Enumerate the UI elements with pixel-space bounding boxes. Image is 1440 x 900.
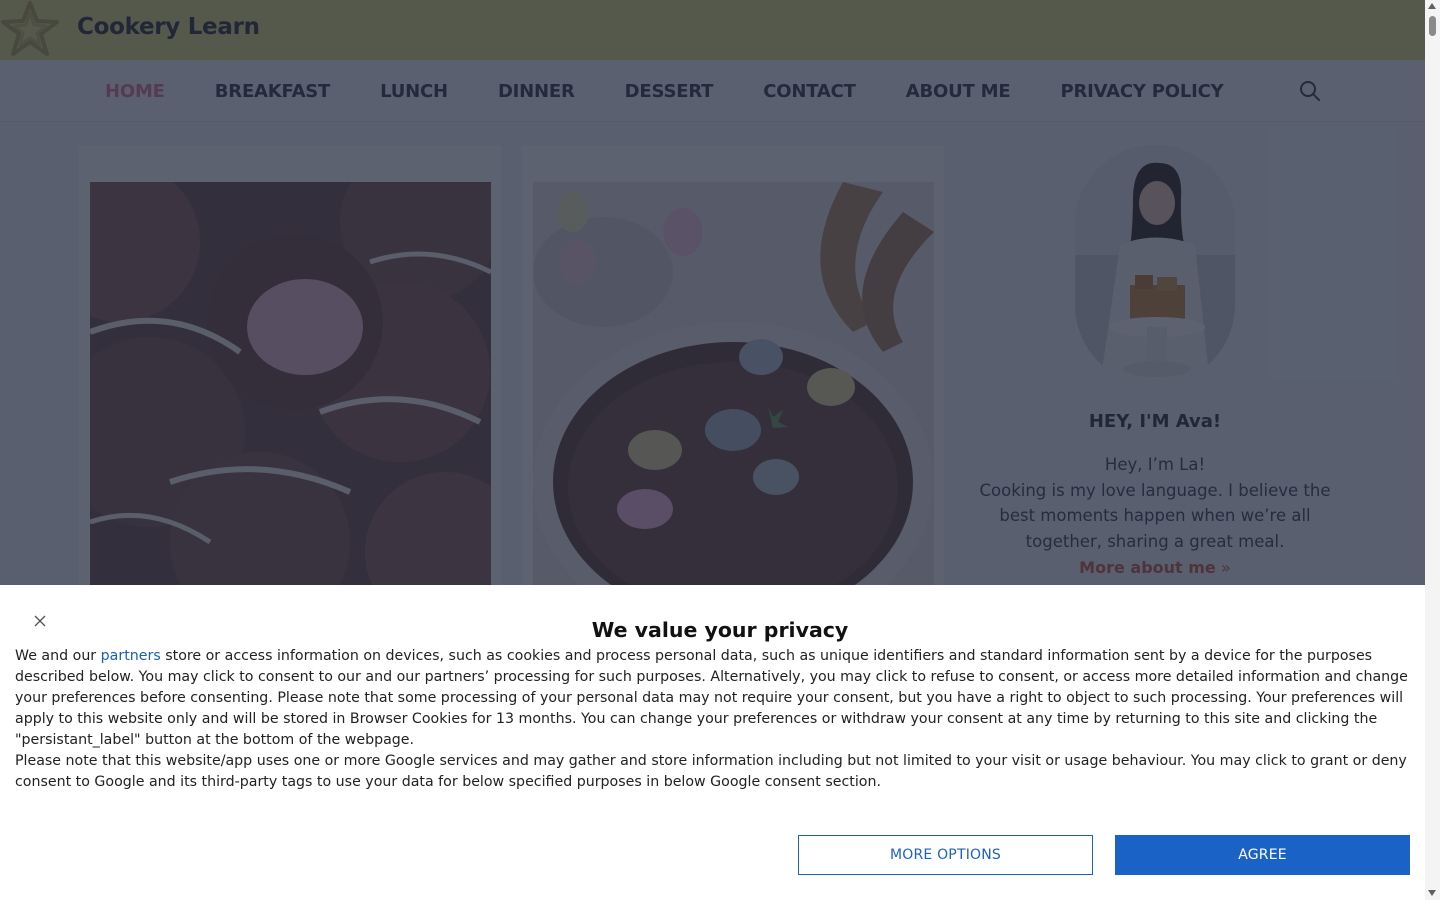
scroll-down-arrow-icon[interactable] — [1428, 890, 1436, 896]
site-brand[interactable]: Cookery Learn — [77, 14, 260, 40]
consent-paragraph-2: Please note that this website/app uses o… — [15, 753, 1407, 790]
recipe-card[interactable] — [522, 145, 944, 605]
recipe-image-easter-dessert[interactable] — [533, 182, 934, 605]
about-widget: HEY, I'M Ava! Hey, I’m La! Cooking is my… — [975, 145, 1335, 581]
consent-paragraph-1: We and our partners store or access info… — [15, 646, 1415, 751]
consent-paragraph-1-text: store or access information on devices, … — [15, 648, 1408, 748]
nav-lunch[interactable]: LUNCH — [380, 81, 448, 102]
nav-dinner[interactable]: DINNER — [498, 81, 575, 102]
scroll-up-arrow-icon[interactable] — [1428, 3, 1436, 9]
consent-description: We and our partners store or access info… — [15, 646, 1415, 793]
about-greeting: Hey, I’m La! — [1104, 455, 1206, 474]
nav-home[interactable]: HOME — [105, 81, 165, 102]
more-about-me-link[interactable]: More about me — [1079, 558, 1216, 577]
consent-title: We value your privacy — [591, 618, 849, 642]
vertical-scrollbar[interactable] — [1425, 0, 1440, 900]
about-bio: Hey, I’m La! Cooking is my love language… — [975, 452, 1335, 581]
nav-privacy-policy[interactable]: PRIVACY POLICY — [1060, 81, 1223, 102]
nav-dessert[interactable]: DESSERT — [625, 81, 714, 102]
scroll-thumb[interactable] — [1429, 16, 1436, 36]
consent-intro: We and our — [15, 648, 97, 664]
nav-breakfast[interactable]: BREAKFAST — [215, 81, 331, 102]
site-header: Cookery Learn — [0, 0, 1425, 60]
about-title: HEY, I'M Ava! — [1088, 411, 1222, 432]
search-icon[interactable] — [1298, 79, 1322, 103]
nav-about-me[interactable]: ABOUT ME — [906, 81, 1011, 102]
recipe-card[interactable] — [79, 145, 501, 605]
more-about-me-arrow[interactable]: » — [1221, 558, 1231, 577]
more-options-button[interactable]: MORE OPTIONS — [798, 835, 1093, 875]
main-navigation: HOME BREAKFAST LUNCH DINNER DESSERT CONT… — [0, 60, 1425, 122]
about-text: Cooking is my love language. I believe t… — [979, 480, 1331, 552]
recipe-image-chocolate-truffles[interactable] — [90, 182, 491, 605]
privacy-consent-banner: We value your privacy We and our partner… — [0, 585, 1425, 900]
avatar — [1075, 145, 1235, 385]
star-logo-icon[interactable] — [0, 0, 60, 60]
nav-contact[interactable]: CONTACT — [763, 81, 856, 102]
partners-link[interactable]: partners — [101, 648, 161, 664]
agree-button[interactable]: AGREE — [1115, 835, 1410, 875]
